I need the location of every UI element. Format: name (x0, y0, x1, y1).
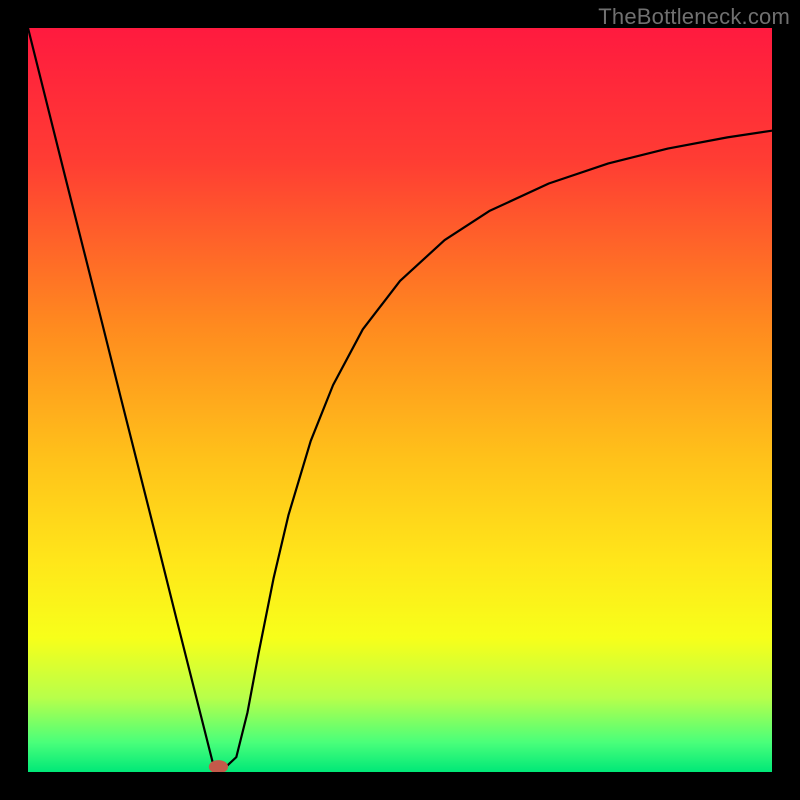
plot-area (28, 28, 772, 772)
chart-frame: TheBottleneck.com (0, 0, 800, 800)
gradient-background (28, 28, 772, 772)
watermark-text: TheBottleneck.com (598, 4, 790, 30)
plot-svg (28, 28, 772, 772)
